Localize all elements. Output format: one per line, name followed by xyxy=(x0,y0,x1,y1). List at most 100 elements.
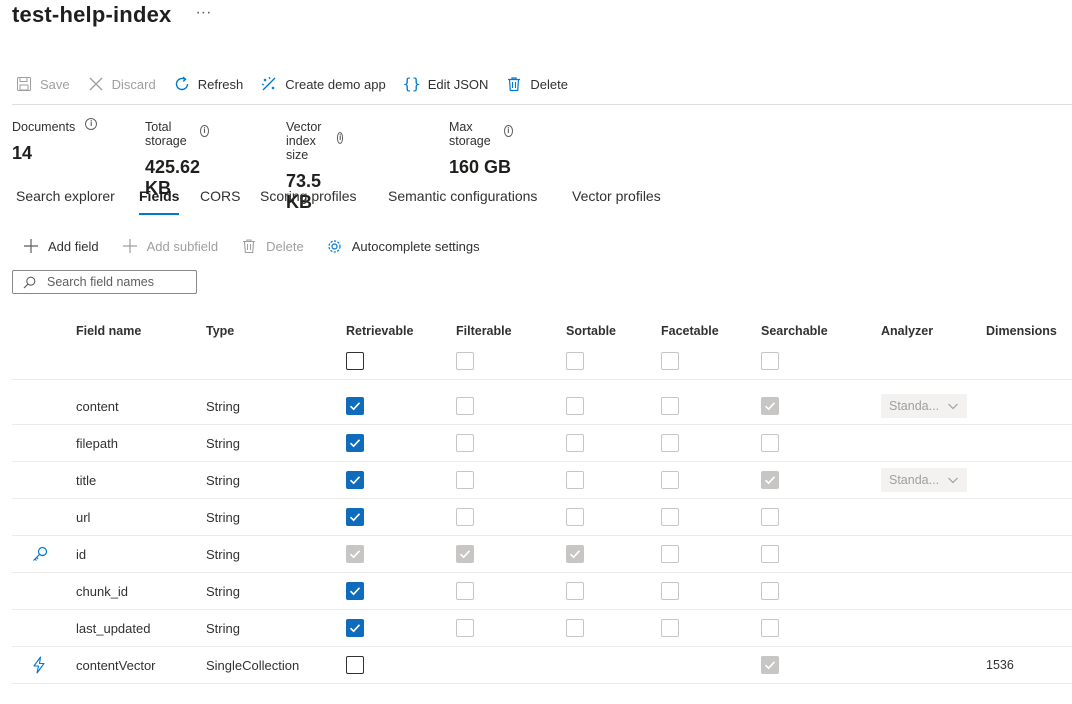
header-retrievable-cell xyxy=(346,343,364,379)
retrievable-checkbox[interactable] xyxy=(346,656,364,674)
retrievable-cell xyxy=(346,499,364,535)
col-retrievable[interactable]: Retrievable xyxy=(346,324,413,338)
analyzer-dropdown[interactable]: Standa... xyxy=(881,394,967,418)
delete-field-button[interactable]: Delete xyxy=(240,237,304,255)
field-name-cell: contentVector xyxy=(76,657,156,673)
retrievable-checkbox[interactable] xyxy=(346,434,364,452)
info-icon[interactable]: i xyxy=(337,132,344,144)
sortable-cell xyxy=(566,462,584,498)
filterable-checkbox xyxy=(456,582,474,600)
tab-scoring-profiles[interactable]: Scoring profiles xyxy=(260,188,357,204)
sortable-checkbox xyxy=(566,545,584,563)
stat-documents: Documents i 14 xyxy=(12,118,98,164)
table-row[interactable]: filepath String xyxy=(12,425,1072,462)
info-icon[interactable]: i xyxy=(85,118,98,130)
title-row: test-help-index ··· xyxy=(12,2,211,28)
table-row[interactable]: url String xyxy=(12,499,1072,536)
info-icon[interactable]: i xyxy=(200,125,209,137)
field-name-cell: filepath xyxy=(76,435,118,451)
save-label: Save xyxy=(40,76,70,92)
dimensions-cell: 1536 xyxy=(986,658,1014,672)
retrievable-checkbox[interactable] xyxy=(346,619,364,637)
col-sortable[interactable]: Sortable xyxy=(566,324,616,338)
analyzer-cell: Standa... xyxy=(881,388,967,424)
select-all-retrievable-checkbox[interactable] xyxy=(346,352,364,370)
stat-max-storage: Max storage i 160 GB xyxy=(449,120,513,178)
discard-button[interactable]: Discard xyxy=(86,74,156,94)
save-button[interactable]: Save xyxy=(14,74,70,94)
filterable-cell xyxy=(456,388,474,424)
table-row[interactable]: title String Standa... xyxy=(12,462,1072,499)
grid-header: Field name Type Retrievable Filterable S… xyxy=(12,318,1072,380)
table-row[interactable]: id String xyxy=(12,536,1072,573)
retrievable-cell xyxy=(346,388,364,424)
toolbar: Save Discard Refresh Create demo app {} … xyxy=(14,72,584,96)
add-field-label: Add field xyxy=(48,238,99,254)
col-filterable[interactable]: Filterable xyxy=(456,324,512,338)
add-field-button[interactable]: Add field xyxy=(22,237,99,255)
table-row[interactable]: chunk_id String xyxy=(12,573,1072,610)
sortable-checkbox xyxy=(566,582,584,600)
info-icon[interactable]: i xyxy=(504,125,513,137)
sortable-cell xyxy=(566,388,584,424)
retrievable-checkbox[interactable] xyxy=(346,508,364,526)
add-subfield-button[interactable]: Add subfield xyxy=(121,237,218,255)
searchable-cell xyxy=(761,610,779,646)
delete-button[interactable]: Delete xyxy=(504,74,568,94)
more-options-button[interactable]: ··· xyxy=(195,5,211,21)
autocomplete-settings-button[interactable]: Autocomplete settings xyxy=(326,237,480,255)
searchable-checkbox xyxy=(761,434,779,452)
delete-label: Delete xyxy=(530,76,568,92)
stat-label: Vector index size xyxy=(286,120,322,162)
filterable-cell xyxy=(456,573,474,609)
chevron-down-icon xyxy=(947,474,959,486)
retrievable-checkbox[interactable] xyxy=(346,397,364,415)
col-type[interactable]: Type xyxy=(206,324,234,338)
create-demo-app-label: Create demo app xyxy=(285,76,386,92)
col-searchable[interactable]: Searchable xyxy=(761,324,828,338)
tab-cors[interactable]: CORS xyxy=(200,188,240,204)
searchable-checkbox xyxy=(761,656,779,674)
header-searchable-cell xyxy=(761,343,779,379)
facetable-checkbox xyxy=(661,397,679,415)
searchable-cell xyxy=(761,462,779,498)
header-sortable-cell xyxy=(566,343,584,379)
table-row[interactable]: contentVector SingleCollection 1536 xyxy=(12,647,1072,684)
demo-app-icon xyxy=(259,74,279,94)
table-row[interactable]: last_updated String xyxy=(12,610,1072,647)
col-field-name[interactable]: Field name xyxy=(76,324,141,338)
analyzer-dropdown[interactable]: Standa... xyxy=(881,468,967,492)
stat-value: 14 xyxy=(12,143,33,163)
close-icon xyxy=(86,74,106,94)
field-type-cell: String xyxy=(206,546,240,562)
refresh-button[interactable]: Refresh xyxy=(172,74,243,94)
facetable-checkbox xyxy=(661,508,679,526)
braces-icon: {} xyxy=(402,75,421,93)
retrievable-checkbox[interactable] xyxy=(346,582,364,600)
select-all-facetable-checkbox xyxy=(661,352,679,370)
col-dimensions[interactable]: Dimensions xyxy=(986,324,1057,338)
retrievable-checkbox[interactable] xyxy=(346,471,364,489)
chevron-down-icon xyxy=(947,400,959,412)
tab-fields[interactable]: Fields xyxy=(139,188,180,215)
tab-vector-profiles[interactable]: Vector profiles xyxy=(572,188,661,204)
table-row[interactable]: content String Standa... xyxy=(12,388,1072,425)
edit-json-button[interactable]: {} Edit JSON xyxy=(402,74,489,94)
sortable-cell xyxy=(566,573,584,609)
lightning-icon xyxy=(31,647,47,683)
create-demo-app-button[interactable]: Create demo app xyxy=(259,74,386,94)
sortable-checkbox xyxy=(566,508,584,526)
col-analyzer[interactable]: Analyzer xyxy=(881,324,933,338)
facetable-cell xyxy=(661,499,679,535)
facetable-checkbox xyxy=(661,619,679,637)
filterable-cell xyxy=(456,536,474,572)
searchable-checkbox xyxy=(761,471,779,489)
tab-semantic-configurations[interactable]: Semantic configurations xyxy=(388,188,537,204)
col-facetable[interactable]: Facetable xyxy=(661,324,719,338)
tab-search-explorer[interactable]: Search explorer xyxy=(16,188,115,204)
facetable-cell xyxy=(661,536,679,572)
field-search-box[interactable] xyxy=(12,270,197,294)
sortable-checkbox xyxy=(566,619,584,637)
search-input[interactable] xyxy=(47,275,187,289)
field-type-cell: String xyxy=(206,435,240,451)
